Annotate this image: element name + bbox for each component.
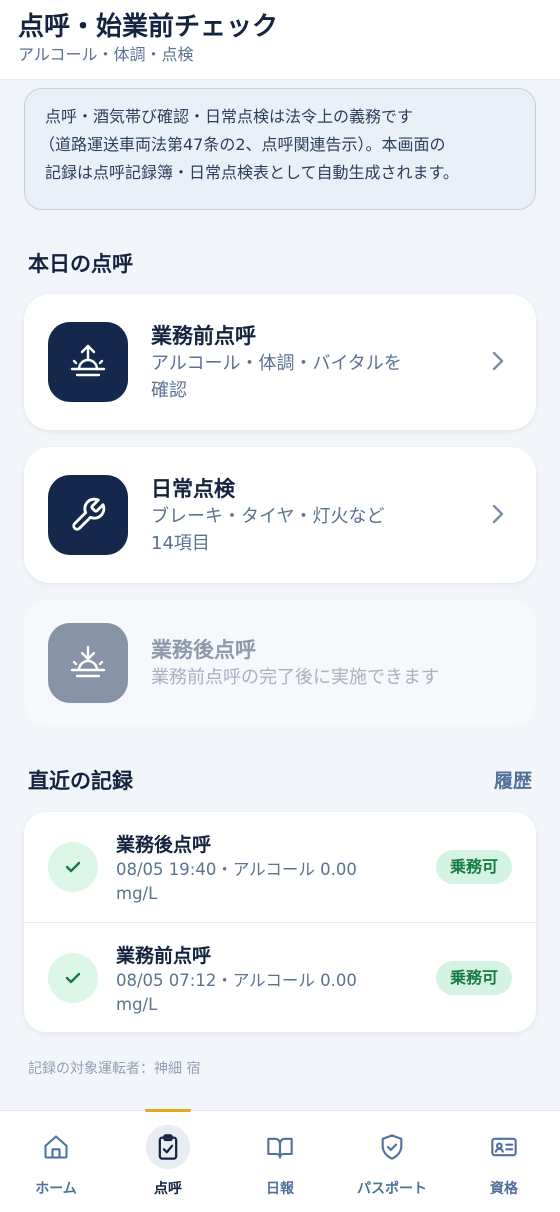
tab-label: 資格 — [490, 1181, 518, 1197]
active-tab-indicator — [145, 1109, 191, 1112]
wrench-icon — [48, 475, 128, 555]
chevron-right-icon — [492, 504, 504, 524]
chevron-right-icon — [492, 351, 504, 371]
record-meta: 08/05 19:40・アルコール 0.00 mg/L — [116, 858, 406, 906]
record-meta-line: 08/05 19:40・アルコール 0.00 — [116, 860, 357, 879]
section-title-recent: 直近の記録 — [28, 769, 133, 793]
record-meta: 08/05 07:12・アルコール 0.00 mg/L — [116, 969, 406, 1017]
tab-label: ホーム — [35, 1181, 77, 1197]
notice-line: （道路運送車両法第47条の2、点呼関連告示）。本画面の — [39, 135, 446, 154]
check-icon — [48, 842, 98, 892]
sunset-icon — [48, 623, 128, 703]
card-description: アルコール・体調・バイタルを 確認 — [151, 350, 451, 404]
legal-notice: 点呼・酒気帯び確認・日常点検は法令上の義務です （道路運送車両法第47条の2、点… — [24, 88, 536, 210]
card-description-line: 確認 — [151, 380, 187, 401]
status-badge: 乗務可 — [435, 961, 512, 995]
tab-label: 日報 — [266, 1181, 294, 1197]
card-description-line: 業務前点呼の完了後に実施できます — [151, 667, 439, 688]
card-description-line: アルコール・体調・バイタルを — [151, 353, 402, 374]
tab-daily-report[interactable]: 日報 — [224, 1111, 336, 1212]
section-title-today: 本日の点呼 — [28, 252, 133, 276]
pre-shift-rollcall-card[interactable]: 業務前点呼 アルコール・体調・バイタルを 確認 — [24, 294, 536, 430]
record-title: 業務後点呼 — [116, 834, 212, 856]
card-description: 業務前点呼の完了後に実施できます — [151, 664, 491, 691]
home-icon — [34, 1125, 78, 1169]
card-description-line: ブレーキ・タイヤ・灯火など — [151, 506, 385, 527]
card-description-line: 14項目 — [151, 533, 210, 554]
sunrise-icon — [48, 322, 128, 402]
bottom-tab-bar: ホーム 点呼 日報 パスポート 資格 — [0, 1109, 560, 1212]
tab-label: パスポート — [357, 1181, 427, 1197]
book-icon — [258, 1125, 302, 1169]
card-title: 業務後点呼 — [151, 638, 256, 662]
record-meta-line: 08/05 07:12・アルコール 0.00 — [116, 971, 357, 990]
record-title: 業務前点呼 — [116, 945, 212, 967]
shield-check-icon — [370, 1125, 414, 1169]
status-badge: 乗務可 — [435, 850, 512, 884]
list-item[interactable]: 業務後点呼 08/05 19:40・アルコール 0.00 mg/L 乗務可 — [24, 812, 536, 922]
card-description: ブレーキ・タイヤ・灯火など 14項目 — [151, 503, 451, 557]
tab-label: 点呼 — [154, 1181, 182, 1197]
tab-home[interactable]: ホーム — [0, 1111, 112, 1212]
notice-line: 記録は点呼記録簿・日常点検表として自動生成されます。 — [45, 163, 459, 182]
tab-passport[interactable]: パスポート — [336, 1111, 448, 1212]
record-meta-line: mg/L — [116, 884, 158, 903]
target-driver-note: 記録の対象運転者：神細 宿 — [28, 1061, 201, 1077]
recent-records-list: 業務後点呼 08/05 19:40・アルコール 0.00 mg/L 乗務可 業務… — [24, 812, 536, 1032]
page-title: 点呼・始業前チェック — [18, 12, 279, 42]
tab-rollcall[interactable]: 点呼 — [112, 1109, 224, 1212]
check-icon — [48, 953, 98, 1003]
page-subtitle: アルコール・体調・点検 — [18, 45, 194, 64]
post-shift-rollcall-card: 業務後点呼 業務前点呼の完了後に実施できます — [24, 600, 536, 726]
record-meta-line: mg/L — [116, 995, 158, 1014]
app-header: 点呼・始業前チェック アルコール・体調・点検 — [0, 0, 560, 80]
card-title: 日常点検 — [151, 477, 235, 501]
notice-line: 点呼・酒気帯び確認・日常点検は法令上の義務です — [45, 107, 414, 126]
history-link[interactable]: 履歴 — [494, 766, 532, 793]
card-title: 業務前点呼 — [151, 324, 256, 348]
id-card-icon — [482, 1125, 526, 1169]
daily-inspection-card[interactable]: 日常点検 ブレーキ・タイヤ・灯火など 14項目 — [24, 447, 536, 583]
clipboard-check-icon — [146, 1125, 190, 1169]
list-item[interactable]: 業務前点呼 08/05 07:12・アルコール 0.00 mg/L 乗務可 — [24, 922, 536, 1032]
tab-qualifications[interactable]: 資格 — [448, 1111, 560, 1212]
